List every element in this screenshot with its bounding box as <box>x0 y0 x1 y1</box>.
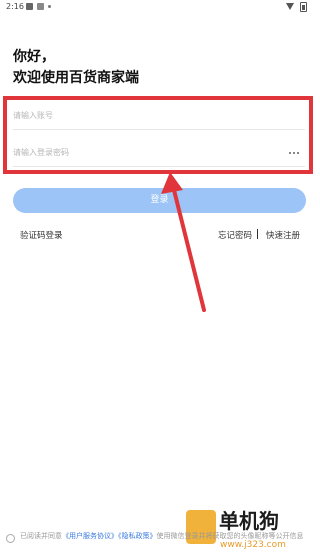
agreement-checkbox[interactable] <box>6 534 15 543</box>
agreement-suffix: 使用微信登录并将获取您的头像昵称等公开信息 <box>156 532 304 540</box>
watermark-title: 单机狗 <box>219 509 279 533</box>
user-agreement-link[interactable]: 《用户服务协议》 <box>62 532 118 540</box>
agreement-prefix: 已阅读并同意 <box>20 532 62 540</box>
privacy-policy-link[interactable]: 《隐私政策》 <box>118 532 157 540</box>
agreement-text: 已阅读并同意《用户服务协议》《隐私政策》使用微信登录并将获取您的头像昵称等公开信… <box>20 531 310 542</box>
annotation-arrow <box>161 172 206 312</box>
